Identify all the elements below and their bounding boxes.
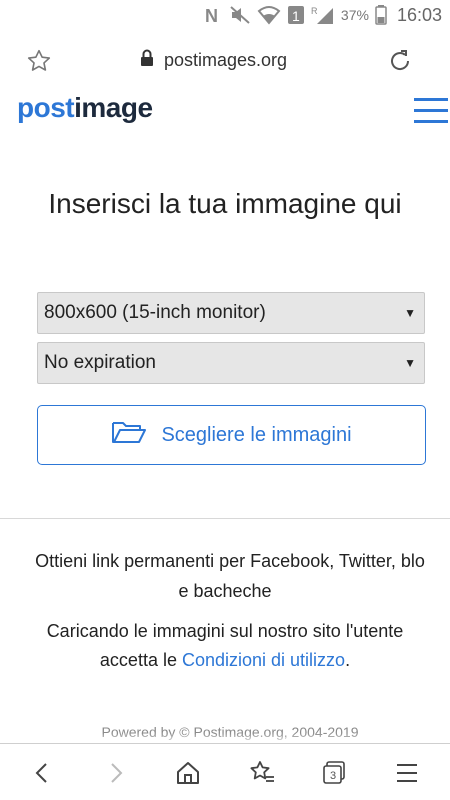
hamburger-menu-icon[interactable] — [414, 98, 448, 124]
scroll-shade — [0, 733, 450, 743]
tab-count: 3 — [330, 770, 336, 782]
terms-link[interactable]: Condizioni di utilizzo — [182, 650, 345, 670]
terms-notice-line1: Caricando le immagini sul nostro sito l'… — [46, 621, 404, 641]
url-text: postimages.org — [164, 50, 288, 70]
terms-notice-line2: accetta le — [99, 650, 182, 670]
tabs-icon[interactable]: 3 — [317, 756, 351, 790]
expiration-select[interactable]: No expiration ▼ — [37, 342, 425, 384]
svg-text:R: R — [311, 6, 318, 16]
browser-menu-icon[interactable] — [390, 756, 424, 790]
info-text-line1b: e bacheche — [178, 581, 272, 601]
back-icon[interactable] — [25, 756, 59, 790]
page-title: Inserisci la tua immagine qui — [48, 188, 402, 219]
address-bar: postimages.org — [0, 30, 450, 92]
bookmark-star-icon[interactable] — [26, 48, 52, 79]
expiration-select-value: No expiration — [44, 352, 156, 373]
signal-icon: R — [311, 5, 335, 25]
sim-icon: 1 — [287, 5, 305, 25]
svg-text:N: N — [205, 6, 218, 25]
battery-icon — [375, 5, 387, 25]
lock-icon — [140, 49, 154, 72]
forward-icon[interactable] — [99, 756, 133, 790]
browser-toolbar: 3 — [0, 743, 450, 800]
wifi-icon — [257, 5, 281, 25]
bookmarks-icon[interactable] — [245, 756, 279, 790]
dropdown-arrow-icon: ▼ — [404, 306, 416, 320]
folder-open-icon — [111, 419, 147, 451]
dropdown-arrow-icon: ▼ — [404, 356, 416, 370]
choose-images-label: Scegliere le immagini — [161, 423, 352, 446]
nfc-icon: N — [203, 5, 223, 25]
divider — [0, 518, 450, 519]
svg-text:1: 1 — [292, 8, 300, 24]
home-icon[interactable] — [171, 756, 205, 790]
battery-percent: 37% — [340, 7, 369, 23]
resize-select[interactable]: 800x600 (15-inch monitor) ▼ — [37, 292, 425, 334]
status-bar: N 1 R 37% 16:03 — [0, 0, 450, 30]
terms-notice: Caricando le immagini sul nostro sito l'… — [0, 617, 450, 675]
resize-select-value: 800x600 (15-inch monitor) — [44, 302, 266, 323]
choose-images-button[interactable]: Scegliere le immagini — [37, 405, 426, 465]
url-field[interactable]: postimages.org — [140, 49, 287, 72]
terms-notice-end: . — [345, 650, 351, 670]
mute-icon — [229, 5, 251, 25]
postimage-logo[interactable]: postimage — [17, 92, 153, 124]
logo-text-image: image — [74, 92, 153, 123]
logo-text-post: post — [17, 92, 75, 123]
info-text-line1: Ottieni link permanenti per Facebook, Tw… — [35, 551, 425, 571]
reload-icon[interactable] — [386, 47, 414, 80]
clock: 16:03 — [396, 4, 442, 25]
site-header: postimage — [0, 92, 450, 136]
